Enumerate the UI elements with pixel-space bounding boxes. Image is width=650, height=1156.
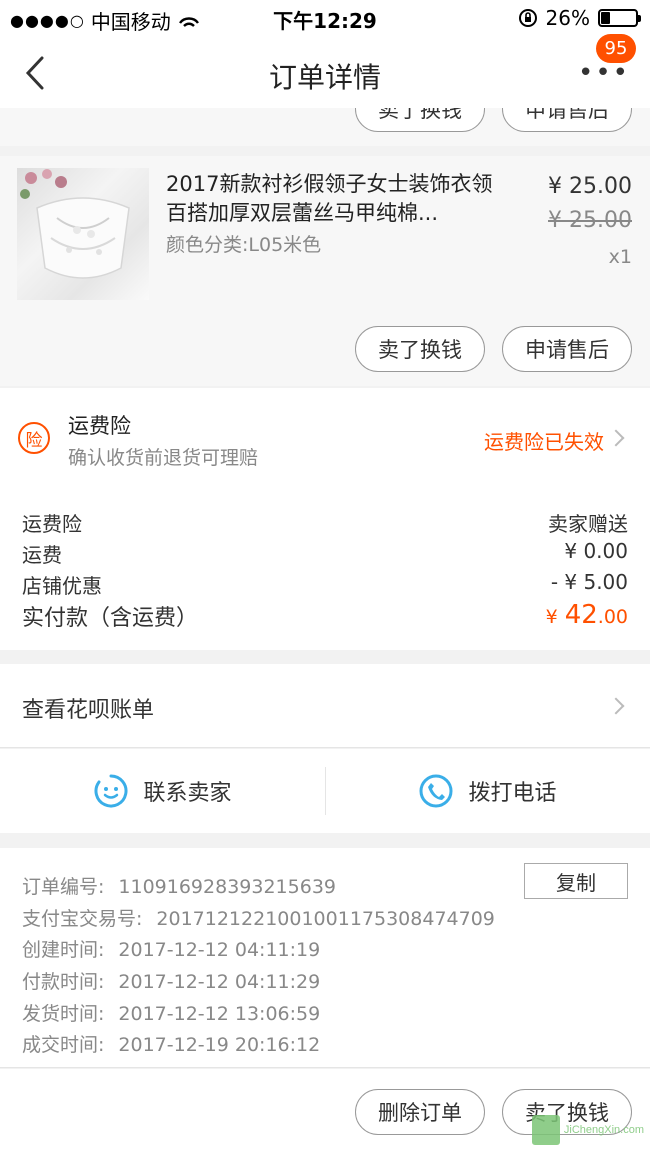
shipped-time-row: 发货时间: 2017-12-12 13:06:59 [22, 999, 320, 1026]
order-number-row: 订单编号: 110916928393215639 [22, 872, 336, 899]
paid-time: 2017-12-12 04:11:29 [118, 971, 321, 993]
order-number: 110916928393215639 [118, 876, 336, 898]
contact-seller-button[interactable]: 联系卖家 [0, 749, 325, 833]
chevron-right-icon [607, 429, 625, 447]
previous-item-buttons: 卖了换钱 申请售后 [0, 108, 650, 146]
completed-time-row: 成交时间: 2017-12-19 20:16:12 [22, 1030, 320, 1057]
total-integer: 42 [564, 600, 598, 630]
total-amount: ¥ 42.00 [546, 600, 628, 632]
created-time-row: 创建时间: 2017-12-12 04:11:19 [22, 935, 320, 962]
created-time: 2017-12-12 04:11:19 [118, 939, 321, 961]
info-label: 发货时间: [22, 1003, 105, 1025]
product-image[interactable] [17, 168, 149, 300]
battery-percent: 26% [545, 6, 590, 30]
total-decimal: .00 [597, 606, 628, 628]
after-sales-button[interactable]: 申请售后 [502, 326, 632, 372]
message-count-badge: 95 [596, 34, 636, 63]
bottom-action-bar: 删除订单 卖了换钱 JiChengXin.com [0, 1069, 650, 1156]
product-price: ¥ 25.00 [548, 174, 632, 199]
lace-collar-illustration [20, 169, 130, 279]
call-phone-label: 拨打电话 [468, 781, 557, 806]
cost-label: 运费 [22, 543, 62, 567]
info-label: 订单编号: [22, 876, 105, 898]
huabei-bill-row[interactable]: 查看花呗账单 [0, 664, 650, 748]
alipay-trade-number: 2017121221001001175308474709 [156, 908, 495, 930]
info-label: 成交时间: [22, 1034, 105, 1056]
nav-bar: 订单详情 ••• 95 [0, 34, 650, 108]
cost-value: ¥ 0.00 [564, 539, 628, 563]
cost-value: - ¥ 5.00 [550, 570, 628, 594]
page-title: 订单详情 [268, 61, 381, 94]
paid-time-row: 付款时间: 2017-12-12 04:11:29 [22, 967, 320, 994]
cost-breakdown: 运费险 卖家赠送 运费 ¥ 0.00 店铺优惠 - ¥ 5.00 实付款（含运费… [0, 488, 650, 650]
site-watermark: JiChengXin.com [532, 1112, 644, 1148]
info-label: 支付宝交易号: [22, 908, 143, 930]
info-label: 创建时间: [22, 939, 105, 961]
cost-value: 卖家赠送 [548, 512, 628, 536]
completed-time: 2017-12-19 20:16:12 [118, 1034, 321, 1056]
huabei-label: 查看花呗账单 [22, 698, 155, 723]
sell-for-cash-button[interactable]: 卖了换钱 [355, 326, 485, 372]
chevron-right-icon [607, 697, 625, 715]
total-paid-row: 实付款（含运费） ¥ 42.00 [22, 600, 628, 632]
rotation-lock-icon [518, 9, 537, 27]
cost-row-insurance: 运费险 卖家赠送 [22, 508, 628, 537]
chat-face-icon [94, 774, 128, 808]
watermark-text: JiChengXin.com [563, 1124, 644, 1136]
cost-row-shipping: 运费 ¥ 0.00 [22, 539, 628, 568]
alipay-trade-row: 支付宝交易号: 2017121221001001175308474709 [22, 904, 495, 931]
product-sku: 颜色分类:L05米色 [166, 234, 322, 256]
total-label: 实付款（含运费） [22, 606, 199, 631]
product-quantity: x1 [608, 246, 632, 268]
sell-for-cash-button-partial[interactable]: 卖了换钱 [355, 108, 485, 132]
after-sales-button-partial[interactable]: 申请售后 [502, 108, 632, 132]
insurance-title: 运费险 [68, 414, 131, 438]
battery-level [601, 12, 611, 24]
insurance-status: 运费险已失效 [484, 430, 604, 454]
call-phone-button[interactable]: 拨打电话 [325, 749, 650, 833]
product-original-price: ¥ 25.00 [548, 208, 632, 233]
cost-row-discount: 店铺优惠 - ¥ 5.00 [22, 570, 628, 599]
more-menu-icon[interactable]: ••• [578, 60, 630, 86]
delete-order-button[interactable]: 删除订单 [355, 1089, 485, 1135]
contact-seller-label: 联系卖家 [143, 781, 232, 806]
copy-button[interactable]: 复制 [524, 863, 628, 899]
product-name[interactable]: 2017新款衬衫假领子女士装饰衣领百搭加厚双层蕾丝马甲纯棉... [166, 170, 506, 228]
phone-icon [419, 774, 453, 808]
cost-label: 店铺优惠 [22, 574, 102, 598]
battery-icon [598, 9, 641, 27]
cost-label: 运费险 [22, 512, 82, 536]
order-info: 复制 订单编号: 110916928393215639 支付宝交易号: 201712… [0, 848, 650, 1068]
contact-bar: 联系卖家 拨打电话 [0, 749, 650, 833]
insurance-icon: 险 [18, 422, 50, 454]
shipping-insurance-row[interactable]: 险 运费险 确认收货前退货可理赔 运费险已失效 [0, 388, 650, 488]
watermark-logo [532, 1115, 560, 1145]
total-currency: ¥ [545, 606, 558, 628]
product-item[interactable]: 2017新款衬衫假领子女士装饰衣领百搭加厚双层蕾丝马甲纯棉... 颜色分类:L0… [0, 156, 650, 386]
info-label: 付款时间: [22, 971, 105, 993]
status-bar: ●●●●○ 中国移动 下午12:29 26% [0, 0, 650, 38]
shipped-time: 2017-12-12 13:06:59 [118, 1003, 321, 1025]
insurance-subtitle: 确认收货前退货可理赔 [68, 447, 259, 469]
